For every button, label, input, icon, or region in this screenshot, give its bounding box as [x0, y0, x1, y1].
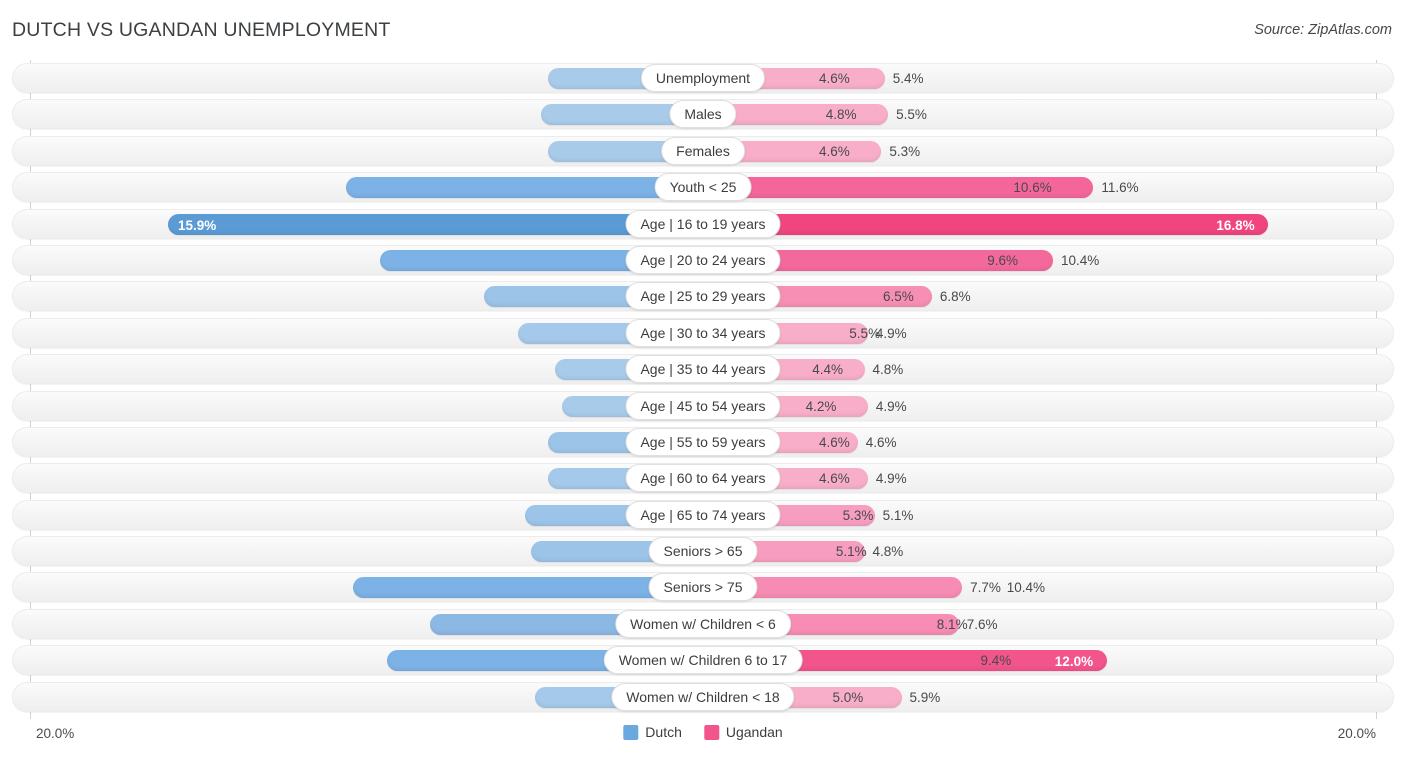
value-label-ugandan: 6.8% [939, 289, 971, 305]
value-label-dutch: 6.5% [882, 289, 914, 305]
bar-row: 9.6% 10.4% Age | 20 to 24 years [0, 242, 1406, 278]
chart-legend: Dutch Ugandan [623, 724, 783, 740]
bar-row: 4.4% 4.8% Age | 35 to 44 years [0, 351, 1406, 387]
value-label-ugandan: 7.7% [970, 580, 1001, 596]
value-label-ugandan: 4.9% [875, 471, 907, 487]
chart-plot-area: 4.6% 5.4% Unemployment 4.8% 5.5% Males 4.6% 5.3… [0, 60, 1406, 719]
value-label-dutch: 10.6% [1013, 180, 1052, 196]
value-label-dutch: 4.6% [819, 71, 850, 86]
value-label-dutch: 4.6% [819, 434, 850, 450]
chart-footer: 20.0% 20.0% Dutch Ugandan [0, 717, 1406, 757]
row-category-label: Women w/ Children < 6 [615, 609, 791, 638]
chart-page: DUTCH VS UGANDAN UNEMPLOYMENT Source: Zi… [0, 0, 1406, 757]
value-label-ugandan: 4.8% [872, 362, 904, 378]
value-label-dutch: 15.9% [177, 217, 217, 233]
value-label-ugandan: 11.6% [1101, 180, 1139, 196]
row-category-label: Males [669, 100, 737, 129]
value-label-dutch: 5.1% [835, 544, 867, 560]
row-category-label: Seniors > 65 [648, 537, 758, 566]
page-title: DUTCH VS UGANDAN UNEMPLOYMENT [12, 19, 391, 41]
value-label-dutch: 4.6% [819, 143, 850, 159]
value-label-ugandan: 4.9% [875, 325, 907, 341]
value-label-ugandan: 5.9% [909, 689, 941, 705]
row-category-label: Women w/ Children 6 to 17 [603, 646, 803, 675]
value-label-ugandan: 7.6% [966, 616, 998, 632]
row-category-label: Age | 60 to 64 years [625, 464, 781, 493]
row-category-label: Age | 35 to 44 years [625, 355, 781, 384]
bar-row: 5.1% 4.8% Seniors > 65 [0, 533, 1406, 569]
bar-row: 4.6% 4.9% Age | 60 to 64 years [0, 460, 1406, 496]
legend-swatch-icon [703, 724, 719, 740]
value-label-ugandan: 4.8% [872, 544, 904, 560]
bar-row: 10.6% 11.6% Youth < 25 [0, 169, 1406, 205]
bar-row: 5.0% 5.9% Women w/ Children < 18 [0, 679, 1406, 715]
row-category-label: Age | 25 to 29 years [625, 282, 781, 311]
value-label-ugandan: 5.3% [889, 143, 921, 159]
value-label-dutch: 9.4% [980, 653, 1012, 669]
bar-row: 15.9% 16.8% Age | 16 to 19 years [0, 206, 1406, 242]
chart-header: DUTCH VS UGANDAN UNEMPLOYMENT Source: Zi… [0, 0, 1406, 60]
value-label-ugandan: 5.4% [892, 71, 924, 86]
bar-dutch[interactable] [167, 213, 703, 235]
axis-min-label: 20.0% [36, 726, 75, 741]
bar-row: 5.5% 4.9% Age | 30 to 34 years [0, 315, 1406, 351]
row-category-label: Age | 20 to 24 years [625, 245, 781, 274]
bar-ugandan[interactable] [703, 213, 1269, 235]
bar-row: 10.4% 7.7% Seniors > 75 [0, 569, 1406, 605]
row-category-label: Females [661, 136, 745, 165]
row-category-label: Age | 65 to 74 years [625, 500, 781, 529]
legend-item[interactable]: Ugandan [703, 724, 783, 740]
row-category-label: Unemployment [640, 64, 766, 92]
bar-rows-container: 4.6% 5.4% Unemployment 4.8% 5.5% Males 4.6% 5.3… [0, 60, 1406, 715]
legend-item[interactable]: Dutch [623, 724, 682, 740]
row-category-label: Age | 16 to 19 years [625, 209, 781, 238]
value-label-dutch: 9.6% [987, 252, 1019, 268]
value-label-dutch: 4.8% [825, 107, 857, 123]
value-label-dutch: 5.3% [842, 507, 874, 523]
bar-row: 4.6% 5.3% Females [0, 133, 1406, 169]
value-label-ugandan: 4.9% [875, 398, 907, 414]
value-label-dutch: 4.6% [819, 471, 850, 487]
axis-max-label: 20.0% [1337, 726, 1376, 741]
value-label-dutch: 5.0% [832, 689, 864, 705]
bar-row: 4.6% 4.6% Age | 55 to 59 years [0, 424, 1406, 460]
value-label-dutch: 4.2% [805, 398, 837, 414]
value-label-dutch: 8.1% [936, 616, 968, 632]
value-label-dutch: 4.4% [812, 362, 844, 378]
value-label-ugandan: 16.8% [1216, 217, 1255, 233]
legend-label: Dutch [645, 724, 682, 740]
value-label-ugandan: 4.6% [865, 434, 897, 450]
bar-row: 4.6% 5.4% Unemployment [0, 60, 1406, 96]
bar-row: 6.5% 6.8% Age | 25 to 29 years [0, 278, 1406, 314]
row-category-label: Age | 45 to 54 years [625, 391, 781, 420]
bar-row: 9.4% 12.0% Women w/ Children 6 to 17 [0, 642, 1406, 678]
value-label-ugandan: 10.4% [1060, 252, 1100, 268]
row-category-label: Youth < 25 [654, 173, 752, 202]
value-label-dutch: 10.4% [1006, 580, 1045, 596]
bar-row: 4.2% 4.9% Age | 45 to 54 years [0, 388, 1406, 424]
value-label-ugandan: 12.0% [1054, 654, 1094, 670]
row-category-label: Women w/ Children < 18 [611, 682, 795, 711]
row-category-label: Age | 30 to 34 years [625, 318, 781, 347]
bar-row: 5.3% 5.1% Age | 65 to 74 years [0, 497, 1406, 533]
source-attribution: Source: ZipAtlas.com [1254, 22, 1392, 38]
row-category-label: Age | 55 to 59 years [625, 427, 781, 456]
value-label-ugandan: 5.5% [896, 107, 927, 123]
bar-row: 4.8% 5.5% Males [0, 96, 1406, 132]
legend-swatch-icon [623, 724, 639, 740]
bar-dutch[interactable] [346, 177, 703, 199]
value-label-ugandan: 5.1% [882, 507, 914, 523]
legend-label: Ugandan [725, 724, 783, 740]
bar-row: 8.1% 7.6% Women w/ Children < 6 [0, 606, 1406, 642]
row-category-label: Seniors > 75 [648, 573, 758, 602]
